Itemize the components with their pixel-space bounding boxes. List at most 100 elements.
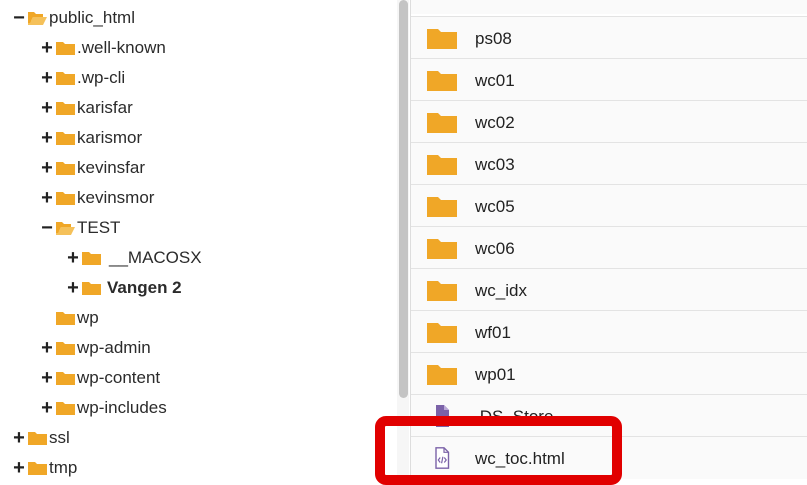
tree-node-test[interactable]: − TEST bbox=[40, 213, 120, 243]
tree-node-label: kevinsmor bbox=[77, 188, 155, 207]
file-row-wc01[interactable]: wc01 bbox=[411, 58, 807, 101]
expand-toggle[interactable]: + bbox=[40, 158, 54, 178]
file-row-wc03[interactable]: wc03 bbox=[411, 142, 807, 185]
file-name: wc06 bbox=[475, 239, 515, 258]
tree-node-label: .wp-cli bbox=[77, 68, 126, 87]
collapse-toggle[interactable]: − bbox=[12, 8, 26, 28]
tree-node-wp-content[interactable]: + wp-content bbox=[40, 363, 160, 393]
expand-toggle[interactable]: + bbox=[40, 368, 54, 388]
file-row-wc05[interactable]: wc05 bbox=[411, 184, 807, 227]
tree-node-label: wp-content bbox=[77, 368, 161, 387]
tree-node-well-known[interactable]: + .well-known bbox=[40, 33, 166, 63]
tree-node-label: .well-known bbox=[77, 38, 166, 57]
file-name: wf01 bbox=[475, 323, 511, 342]
scrollbar-thumb[interactable] bbox=[399, 0, 408, 398]
tree-node-label: wp-includes bbox=[77, 398, 167, 417]
tree-node-macosx[interactable]: + __MACOSX bbox=[66, 243, 202, 273]
tree-node-wp-includes[interactable]: + wp-includes bbox=[40, 393, 167, 423]
expand-toggle[interactable]: + bbox=[66, 278, 80, 298]
folder-icon bbox=[82, 281, 101, 296]
tree-node-kevinsmor[interactable]: + kevinsmor bbox=[40, 183, 154, 213]
file-row-partial bbox=[411, 0, 807, 14]
file-row-wc06[interactable]: wc06 bbox=[411, 226, 807, 269]
tree-node-vangen-2[interactable]: + Vangen 2 bbox=[66, 273, 182, 303]
tree-node-wp-admin[interactable]: + wp-admin bbox=[40, 333, 151, 363]
tree-node-wp-cli[interactable]: + .wp-cli bbox=[40, 63, 125, 93]
file-name: wc_toc.html bbox=[475, 449, 565, 468]
folder-icon bbox=[427, 321, 457, 343]
folder-icon bbox=[56, 161, 75, 176]
expand-toggle[interactable]: + bbox=[40, 398, 54, 418]
expand-toggle[interactable]: + bbox=[40, 68, 54, 88]
folder-icon bbox=[56, 131, 75, 146]
folder-icon bbox=[427, 363, 457, 385]
file-row-ps08[interactable]: ps08 bbox=[411, 16, 807, 59]
folder-open-icon bbox=[56, 221, 75, 236]
tree-node-label: TEST bbox=[77, 218, 121, 237]
tree-node-label: __MACOSX bbox=[109, 248, 202, 267]
folder-icon bbox=[28, 461, 47, 476]
folder-icon bbox=[28, 431, 47, 446]
tree-node-label: wp-admin bbox=[77, 338, 151, 357]
file-name: wc05 bbox=[475, 197, 515, 216]
file-row-wp01[interactable]: wp01 bbox=[411, 352, 807, 395]
file-name: wc03 bbox=[475, 155, 515, 174]
folder-icon bbox=[427, 111, 457, 133]
tree-node-kevinsfar[interactable]: + kevinsfar bbox=[40, 153, 145, 183]
folder-icon bbox=[56, 191, 75, 206]
file-icon bbox=[427, 405, 457, 427]
tree-node-label: public_html bbox=[49, 8, 135, 27]
folder-icon bbox=[427, 237, 457, 259]
file-list: ps08 wc01 wc02 wc03 wc05 wc06 wc_idx wf0… bbox=[410, 0, 807, 481]
file-row-ds-store[interactable]: .DS_Store bbox=[411, 394, 807, 437]
tree-scrollbar[interactable] bbox=[397, 0, 409, 481]
tree-node-label: tmp bbox=[49, 458, 78, 477]
file-row-wf01[interactable]: wf01 bbox=[411, 310, 807, 353]
file-row-wc-toc-html[interactable]: wc_toc.html bbox=[411, 436, 807, 479]
folder-icon bbox=[56, 71, 75, 86]
file-name: wp01 bbox=[475, 365, 516, 384]
folder-tree: − public_html + .well-known + .wp-cli + … bbox=[0, 0, 390, 481]
folder-icon bbox=[82, 251, 101, 266]
tree-node-label: Vangen 2 bbox=[107, 278, 182, 297]
tree-node-karisfar[interactable]: + karisfar bbox=[40, 93, 133, 123]
html-file-icon bbox=[427, 447, 457, 469]
folder-icon bbox=[56, 371, 75, 386]
expand-toggle[interactable]: + bbox=[40, 128, 54, 148]
folder-icon bbox=[427, 153, 457, 175]
file-name: wc_idx bbox=[475, 281, 527, 300]
tree-node-label: wp bbox=[77, 308, 99, 327]
tree-node-wp[interactable]: wp bbox=[40, 303, 99, 333]
expand-toggle[interactable]: + bbox=[40, 38, 54, 58]
folder-icon bbox=[56, 401, 75, 416]
folder-icon bbox=[427, 27, 457, 49]
file-row-wc02[interactable]: wc02 bbox=[411, 100, 807, 143]
expand-toggle[interactable]: + bbox=[12, 428, 26, 448]
folder-icon bbox=[56, 341, 75, 356]
folder-icon bbox=[56, 311, 75, 326]
tree-node-label: ssl bbox=[49, 428, 70, 447]
tree-node-tmp[interactable]: + tmp bbox=[12, 453, 77, 483]
file-name: wc01 bbox=[475, 71, 515, 90]
tree-node-karismor[interactable]: + karismor bbox=[40, 123, 142, 153]
folder-icon bbox=[56, 41, 75, 56]
file-name: .DS_Store bbox=[475, 407, 554, 426]
tree-node-ssl[interactable]: + ssl bbox=[12, 423, 70, 453]
tree-node-label: karisfar bbox=[77, 98, 133, 117]
expand-toggle[interactable]: + bbox=[40, 98, 54, 118]
collapse-toggle[interactable]: − bbox=[40, 218, 54, 238]
file-name: ps08 bbox=[475, 29, 512, 48]
file-row-wc-idx[interactable]: wc_idx bbox=[411, 268, 807, 311]
folder-open-icon bbox=[28, 11, 47, 26]
folder-icon bbox=[427, 195, 457, 217]
expand-toggle[interactable]: + bbox=[40, 338, 54, 358]
folder-icon bbox=[427, 279, 457, 301]
expand-toggle[interactable]: + bbox=[12, 458, 26, 478]
tree-node-label: kevinsfar bbox=[77, 158, 146, 177]
tree-node-label: karismor bbox=[77, 128, 143, 147]
expand-toggle[interactable]: + bbox=[66, 248, 80, 268]
tree-node-public-html[interactable]: − public_html bbox=[12, 3, 135, 33]
expand-toggle[interactable]: + bbox=[40, 188, 54, 208]
folder-icon bbox=[427, 69, 457, 91]
folder-icon bbox=[56, 101, 75, 116]
